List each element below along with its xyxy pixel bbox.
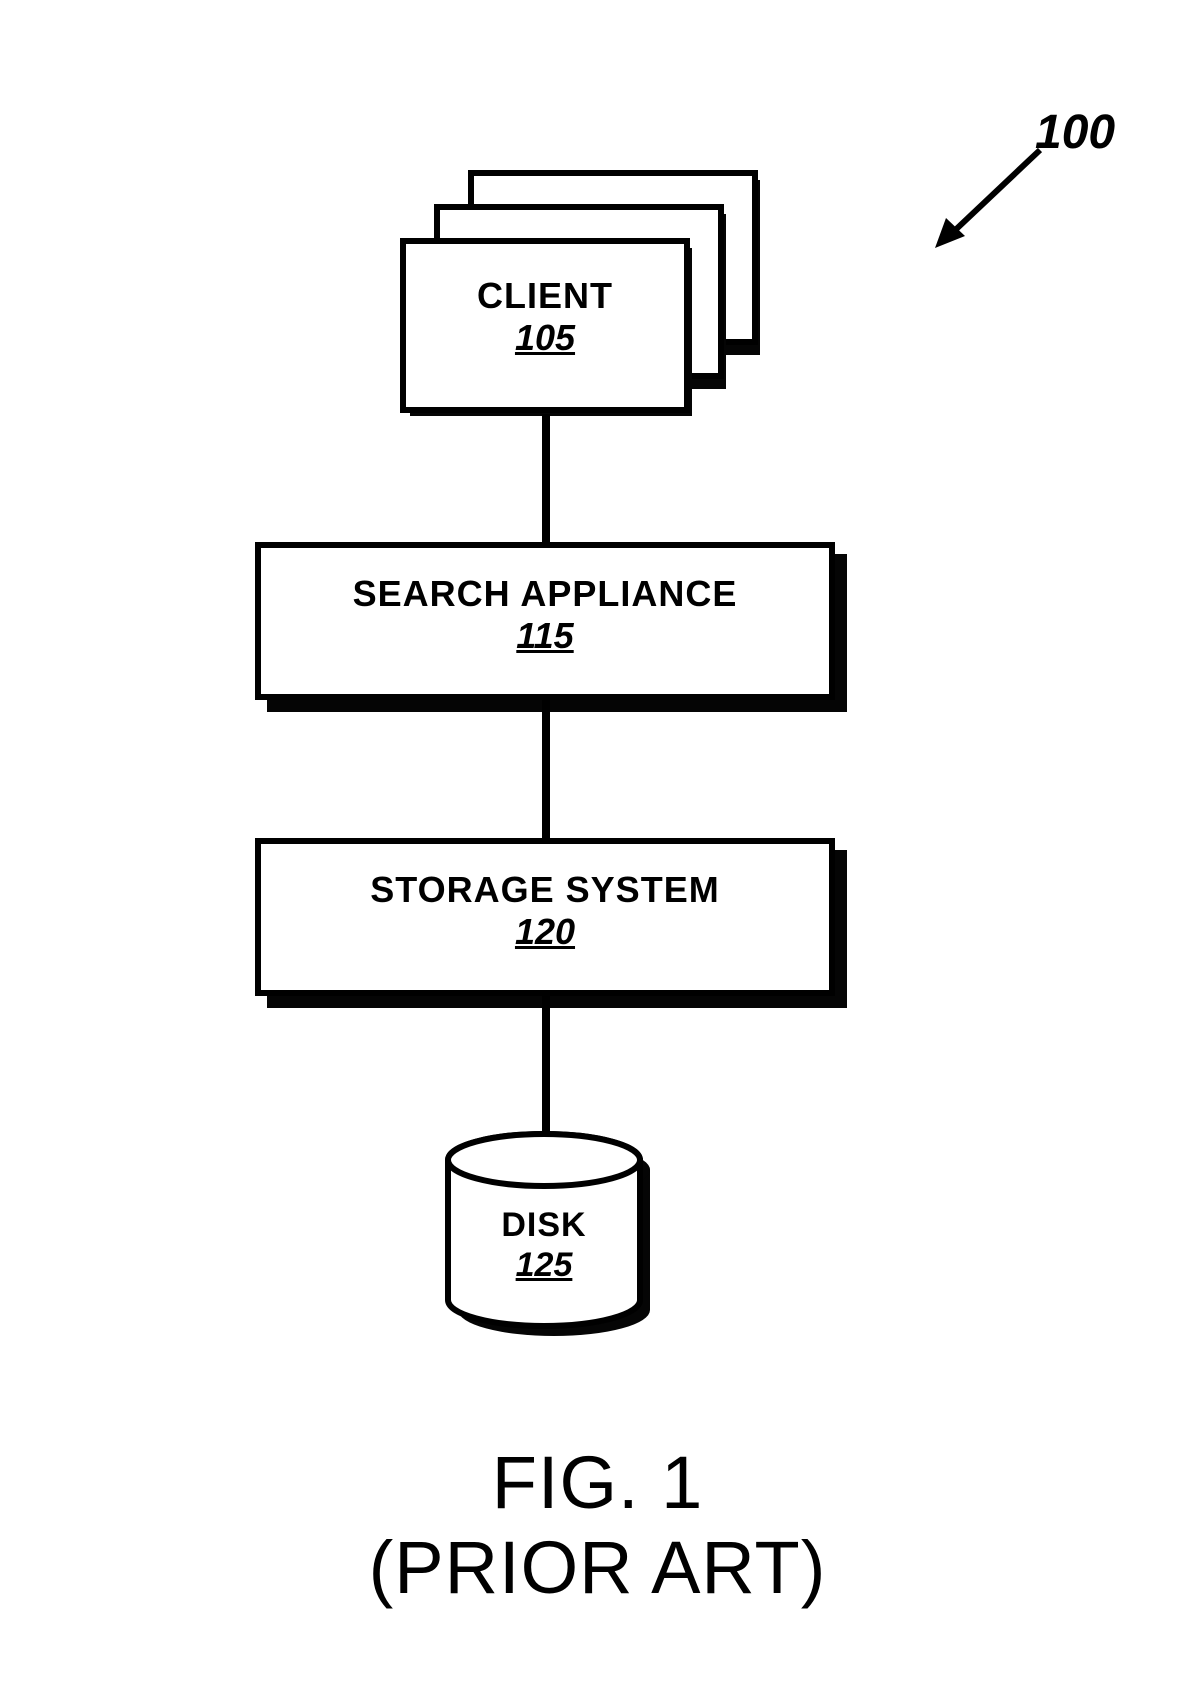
- search-appliance-block: SEARCH APPLIANCE 115: [255, 542, 855, 722]
- storage-system-title: STORAGE SYSTEM: [255, 872, 835, 908]
- connector-client-search: [542, 414, 550, 542]
- search-appliance-title: SEARCH APPLIANCE: [255, 576, 835, 612]
- connector-storage-disk: [542, 996, 550, 1136]
- figure-caption: FIG. 1 (PRIOR ART): [0, 1440, 1195, 1610]
- client-title: CLIENT: [400, 278, 690, 314]
- client-block: CLIENT 105: [400, 170, 760, 410]
- disk-number: 125: [444, 1248, 644, 1282]
- client-number: 105: [400, 320, 690, 356]
- disk-block: DISK 125: [440, 1130, 670, 1360]
- disk-title: DISK: [444, 1208, 644, 1242]
- figure-caption-line2: (PRIOR ART): [0, 1525, 1195, 1610]
- search-appliance-number: 115: [255, 618, 835, 654]
- storage-system-block: STORAGE SYSTEM 120: [255, 838, 855, 1018]
- figure-reference-arrow: [930, 140, 1050, 250]
- figure-caption-line1: FIG. 1: [0, 1440, 1195, 1525]
- diagram-canvas: 100 CLIENT 105 SEARCH APPLIANCE 115: [0, 0, 1195, 1701]
- connector-search-storage: [542, 700, 550, 838]
- storage-system-number: 120: [255, 914, 835, 950]
